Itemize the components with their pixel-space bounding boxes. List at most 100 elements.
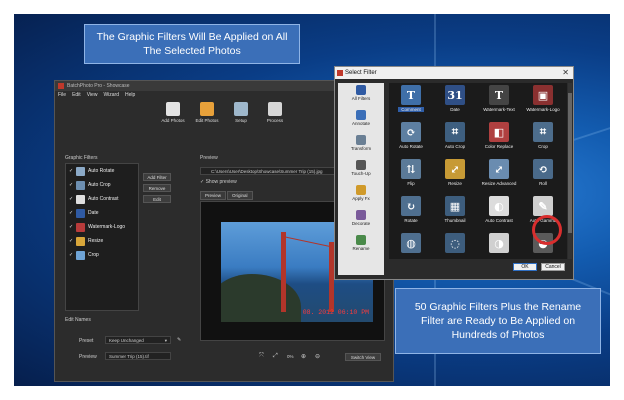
filter-checkbox[interactable]: ✓ [69,238,73,244]
show-preview-checkbox[interactable]: ✓ Show preview [200,179,237,185]
zoom-out-icon[interactable]: ⊖ [315,353,320,360]
dialog-title: Select Filter [345,70,377,76]
category-touch-up[interactable]: Touch-Up [338,158,384,183]
resize-advanced-icon: ⤢ [489,159,509,179]
category-apply-fx[interactable]: Apply Fx [338,183,384,208]
add-filter-button[interactable]: Add Filter [143,173,171,181]
menu-help[interactable]: Help [125,92,135,99]
auto-contrast-icon [76,194,85,204]
filter-list-item[interactable]: ✓ Auto Rotate [66,164,138,178]
auto-gamma-icon: ✎ [533,196,553,216]
toolbar-button-setup[interactable]: Setup [229,102,253,130]
filter-list-item[interactable]: ✓ Auto Contrast [66,192,138,206]
filter-tile-roll[interactable]: ⟲ Roll [521,159,565,196]
category-label: Apply Fx [352,196,370,201]
filter-tile-unnamed[interactable]: ◑ [477,233,521,259]
remove-filter-button[interactable]: Remove [143,184,171,192]
callout-bottom: 50 Graphic Filters Plus the Rename Filte… [395,288,601,354]
filter-checkbox[interactable]: ✓ [69,196,73,202]
edit-filter-button[interactable]: Edit [143,195,171,203]
toolbar-button-label: Process [266,118,284,123]
filter-tile-auto-contrast[interactable]: ◐ Auto Contrast [477,196,521,233]
category-all-filters[interactable]: All Filters [338,83,384,108]
setup-icon [234,102,248,116]
filter-checkbox[interactable]: ✓ [69,168,73,174]
filter-tile-label: Crop [538,144,548,149]
category-transform[interactable]: Transform [338,133,384,158]
category-rename[interactable]: Rename [338,233,384,258]
menu-file[interactable]: File [58,92,66,99]
filter-tile-auto-rotate[interactable]: ⟳ Auto Rotate [389,122,433,159]
filter-tile-label: Resize Advanced [481,181,517,186]
menu-view[interactable]: View [87,92,98,99]
filter-tile-watermark-text[interactable]: T Watermark-Text [477,85,521,122]
filter-tile-resize[interactable]: ⤢ Resize [433,159,477,196]
filter-list-item[interactable]: ✓ Auto Crop [66,178,138,192]
actual-size-icon[interactable]: ⤢ [273,353,278,360]
filter-list-label: Auto Rotate [88,168,115,174]
date-icon: 31 [445,85,465,105]
preview-name-field[interactable]: Summer Trip (15).tif [105,352,171,360]
close-icon[interactable]: ✕ [562,68,569,77]
filter-list-item[interactable]: ✓ Resize [66,234,138,248]
comment-icon: T [401,85,421,105]
add-photos-icon [166,102,180,116]
crop-icon: ⌗ [533,122,553,142]
toolbar-button-edit-photos[interactable]: Edit Photos [195,102,219,130]
filter-tile-auto-crop[interactable]: ⌗ Auto Crop [433,122,477,159]
graphic-filters-label: Graphic Filters [65,155,98,161]
scrollbar-thumb[interactable] [568,93,572,233]
filter-tile-flip[interactable]: ⇅ Flip [389,159,433,196]
filter-list-item[interactable]: ✓ Crop [66,248,138,262]
ok-button[interactable]: OK [513,263,537,271]
filter-list-item[interactable]: ✓ Date [66,206,138,220]
filter-tile-label: Resize [448,181,462,186]
filter-tile-unnamed[interactable]: ◍ [389,233,433,259]
tab-original[interactable]: Original [227,191,253,200]
filter-tile-comment[interactable]: T Comment [389,85,433,122]
filter-grid-scrollbar[interactable] [568,83,572,259]
unnamed-icon: ◌ [445,233,465,253]
fit-icon[interactable]: ⤧ [259,353,264,360]
bridge-tower [281,232,286,312]
filter-tile-unnamed[interactable]: ◌ [433,233,477,259]
crop-icon [76,250,85,260]
filter-tile-thumbnail[interactable]: ▦ Thumbnail [433,196,477,233]
menu-edit[interactable]: Edit [72,92,81,99]
toolbar-button-add-photos[interactable]: Add Photos [161,102,185,130]
preset-select[interactable]: Keep Unchanged ▾ [105,336,171,344]
filter-checkbox[interactable]: ✓ [69,252,73,258]
edit-photos-icon [200,102,214,116]
auto-crop-icon [76,180,85,190]
auto-crop-icon: ⌗ [445,122,465,142]
roll-icon: ⟲ [533,159,553,179]
toolbar-button-label: Setup [235,118,247,123]
preset-value: Keep Unchanged [109,338,144,343]
category-annotate[interactable]: Annotate [338,108,384,133]
filter-list-item[interactable]: ✓ Watermark-Logo [66,220,138,234]
menu-wizard[interactable]: Wizard [103,92,119,99]
filter-tile-resize-advanced[interactable]: ⤢ Resize Advanced [477,159,521,196]
filter-checkbox[interactable]: ✓ [69,224,73,230]
filter-checkbox[interactable]: ✓ [69,210,73,216]
zoom-in-icon[interactable]: ⊕ [301,353,306,360]
filter-tile-rotate[interactable]: ↻ Rotate [389,196,433,233]
filter-list-label: Watermark-Logo [88,224,126,230]
edit-names-label: Edit Names [65,317,91,323]
bridge-cable [282,236,332,248]
filter-checkbox[interactable]: ✓ [69,182,73,188]
category-decorate[interactable]: Decorate [338,208,384,233]
filter-tile-watermark-logo[interactable]: ▣ Watermark-Logo [521,85,565,122]
filter-tile-color-replace[interactable]: ◧ Color Replace [477,122,521,159]
all-filters-icon [356,85,366,95]
switch-view-button[interactable]: Switch View [345,353,381,361]
filter-tile-crop[interactable]: ⌗ Crop [521,122,565,159]
pencil-icon[interactable]: ✎ [177,337,181,343]
filter-tile-date[interactable]: 31 Date [433,85,477,122]
tab-preview[interactable]: Preview [200,191,227,200]
highlight-circle [532,215,562,245]
photo-hill [221,274,301,322]
toolbar-button-process[interactable]: Process [263,102,287,130]
chevron-down-icon: ▾ [164,338,167,343]
cancel-button[interactable]: Cancel [541,263,565,271]
